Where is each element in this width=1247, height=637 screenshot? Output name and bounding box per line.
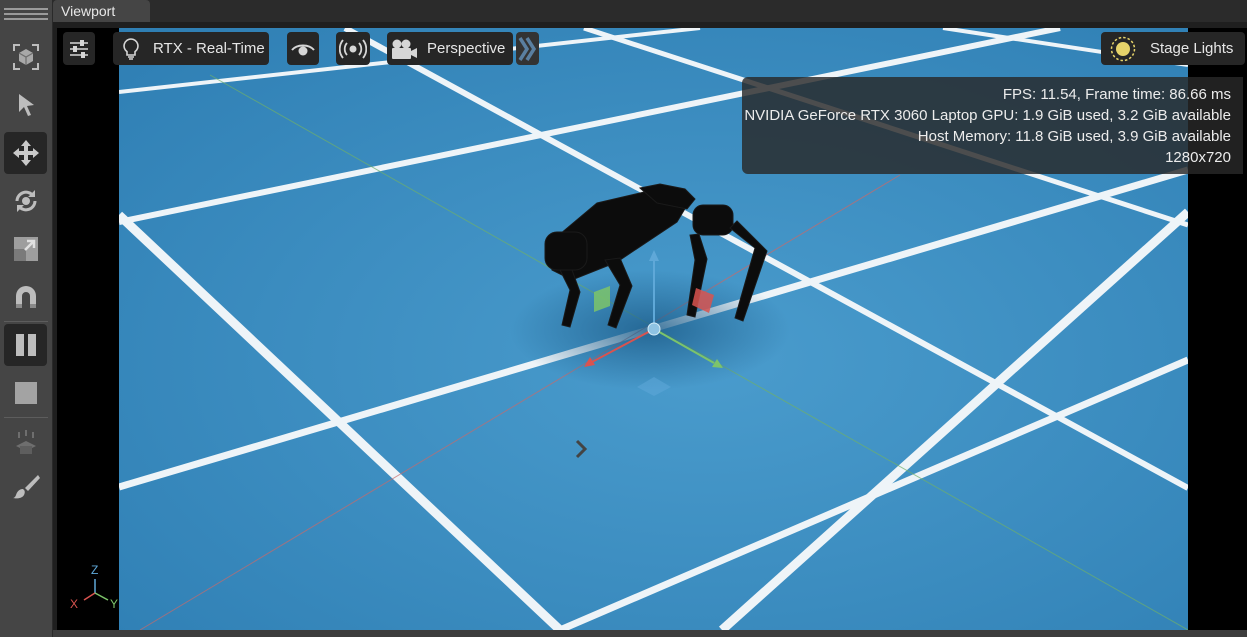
paint-brush-icon [12, 475, 40, 499]
select-button[interactable] [4, 84, 47, 126]
host-memory-stat: Host Memory: 11.8 GiB used, 3.9 GiB avai… [917, 128, 1231, 145]
sliders-icon [70, 39, 88, 58]
camera-icon [392, 39, 417, 59]
stats-overlay: FPS: 11.54, Frame time: 86.66 ms NVIDIA … [742, 77, 1243, 174]
sensor-button[interactable] [336, 32, 370, 65]
broadcast-icon [339, 38, 367, 59]
camera-label: Perspective [427, 40, 506, 57]
camera-dropdown[interactable]: Perspective [387, 32, 513, 65]
cube-select-icon [12, 44, 39, 70]
gpu-stat: NVIDIA GeForce RTX 3060 Laptop GPU: 1.9 … [744, 107, 1231, 124]
physics-button[interactable] [4, 422, 47, 464]
axis-x-label: X [70, 597, 79, 611]
axis-y-label: Y [110, 597, 119, 611]
visibility-button[interactable] [287, 32, 319, 65]
bottom-bar [53, 630, 1247, 637]
pause-button[interactable] [4, 324, 47, 366]
rotate-button[interactable] [4, 180, 47, 222]
sun-icon [1110, 36, 1136, 61]
paint-button[interactable] [4, 466, 47, 508]
left-toolbar [0, 0, 53, 637]
snap-button[interactable] [4, 276, 47, 318]
arrow-pointer-icon [18, 94, 34, 116]
stage-lights-dropdown[interactable]: Stage Lights [1101, 32, 1245, 65]
tab-bar [53, 0, 1247, 22]
move-button[interactable] [4, 132, 47, 174]
axis-z-label: Z [91, 563, 99, 577]
pause-icon [15, 334, 36, 356]
stop-button[interactable] [4, 372, 47, 414]
lightbulb-icon [123, 37, 139, 60]
physics-icon [15, 430, 36, 454]
fps-stat: FPS: 11.54, Frame time: 86.66 ms [1002, 86, 1231, 103]
viewport-settings-button[interactable] [63, 32, 95, 65]
scale-icon [13, 237, 38, 261]
eye-icon [291, 44, 315, 55]
rotate-icon [15, 190, 36, 212]
move-arrows-icon [12, 140, 39, 166]
double-chevron-right-icon [518, 36, 536, 61]
toolbar-grip[interactable] [4, 8, 48, 24]
stage-lights-label: Stage Lights [1150, 40, 1234, 57]
tab-viewport[interactable]: Viewport [53, 0, 150, 22]
more-controls-button[interactable] [516, 32, 539, 65]
magnet-icon [15, 286, 36, 308]
scale-button[interactable] [4, 228, 47, 270]
renderer-dropdown[interactable]: RTX - Real-Time [113, 32, 269, 65]
select-mode-button[interactable] [4, 36, 47, 78]
renderer-label: RTX - Real-Time [153, 40, 265, 57]
resolution-stat: 1280x720 [1165, 149, 1231, 166]
stop-icon [14, 382, 37, 404]
